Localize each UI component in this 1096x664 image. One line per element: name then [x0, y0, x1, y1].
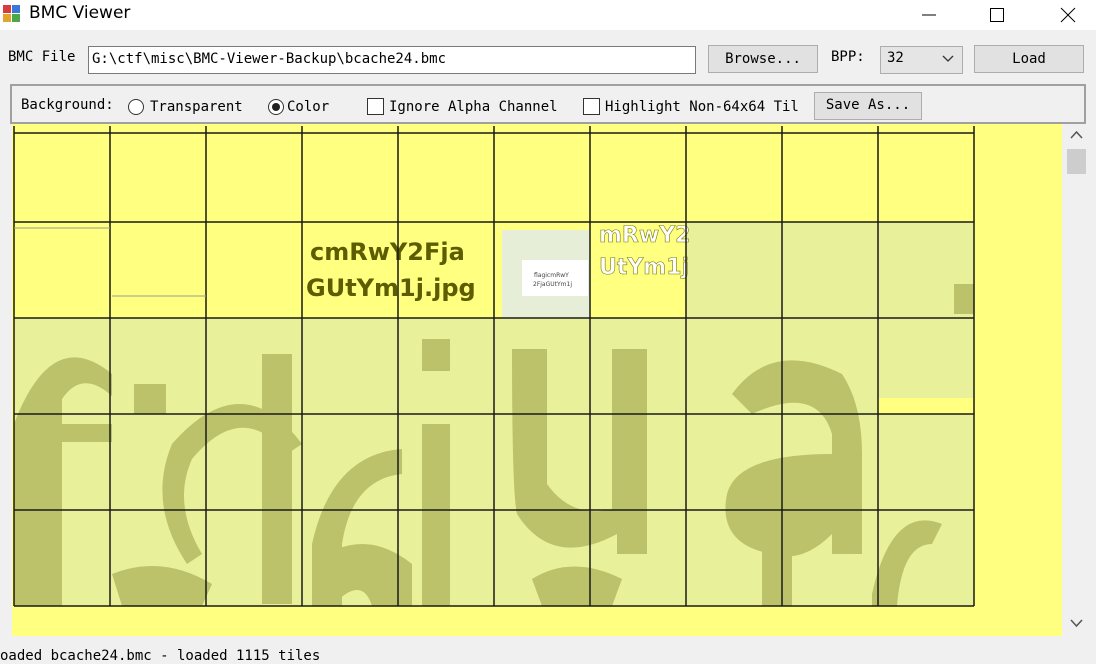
- background-label: Background:: [21, 97, 114, 113]
- minimize-button[interactable]: [906, 0, 952, 30]
- load-button[interactable]: Load: [974, 45, 1084, 73]
- transparent-label: Transparent: [150, 99, 243, 115]
- thumbnail-text-line3: 2FjaGUtYm1j: [533, 281, 572, 288]
- bmc-file-label: BMC File: [8, 49, 76, 65]
- transparent-radio[interactable]: [128, 99, 144, 115]
- tile-viewport[interactable]: cmRwY2Fja GUtYm1j.jpg flagicmRwY mRwY2 U…: [12, 124, 1062, 636]
- color-label: Color: [287, 99, 330, 115]
- fragment-text-line2: UtYm1j: [599, 255, 689, 280]
- scrollbar-thumb[interactable]: [1067, 149, 1086, 174]
- chevron-down-icon: [942, 55, 954, 62]
- tile-region-row2: [686, 222, 974, 318]
- bmc-file-path-input[interactable]: G:\ctf\misc\BMC-Viewer-Backup\bcache24.b…: [88, 46, 696, 74]
- browse-button[interactable]: Browse...: [708, 45, 818, 73]
- close-button[interactable]: [1045, 0, 1091, 30]
- close-icon: [1060, 7, 1076, 23]
- thumbnail-text-line1: flagicmRwY: [534, 272, 569, 279]
- maximize-button[interactable]: [974, 0, 1020, 30]
- save-as-button[interactable]: Save As...: [814, 92, 922, 120]
- ignore-alpha-checkbox[interactable]: [367, 98, 384, 115]
- highlight-label: Highlight Non-64x64 Til: [605, 99, 799, 115]
- vertical-scrollbar[interactable]: [1063, 124, 1090, 636]
- bpp-label: BPP:: [831, 49, 865, 65]
- tile-canvas: cmRwY2Fja GUtYm1j.jpg flagicmRwY mRwY2 U…: [13, 126, 975, 607]
- bpp-value: 32: [887, 50, 904, 66]
- ignore-alpha-label: Ignore Alpha Channel: [389, 99, 558, 115]
- title-bar: BMC Viewer: [0, 0, 1096, 30]
- thumbnail-text-line2: mRwY2: [599, 223, 690, 248]
- tile-text-line2: GUtYm1j.jpg: [306, 274, 476, 302]
- minimize-icon: [922, 14, 936, 16]
- highlight-checkbox[interactable]: [583, 98, 600, 115]
- maximize-icon: [990, 8, 1004, 22]
- scroll-down-icon[interactable]: [1070, 619, 1083, 628]
- window-title: BMC Viewer: [29, 3, 131, 23]
- status-text: oaded bcache24.bmc - loaded 1115 tiles: [0, 648, 321, 664]
- app-icon: [3, 5, 20, 22]
- tile-text-line1: cmRwY2Fja: [310, 238, 465, 266]
- color-radio[interactable]: [268, 99, 284, 115]
- scroll-up-icon[interactable]: [1070, 130, 1083, 139]
- bpp-select[interactable]: 32: [880, 46, 963, 74]
- yellow-patch: [878, 398, 974, 414]
